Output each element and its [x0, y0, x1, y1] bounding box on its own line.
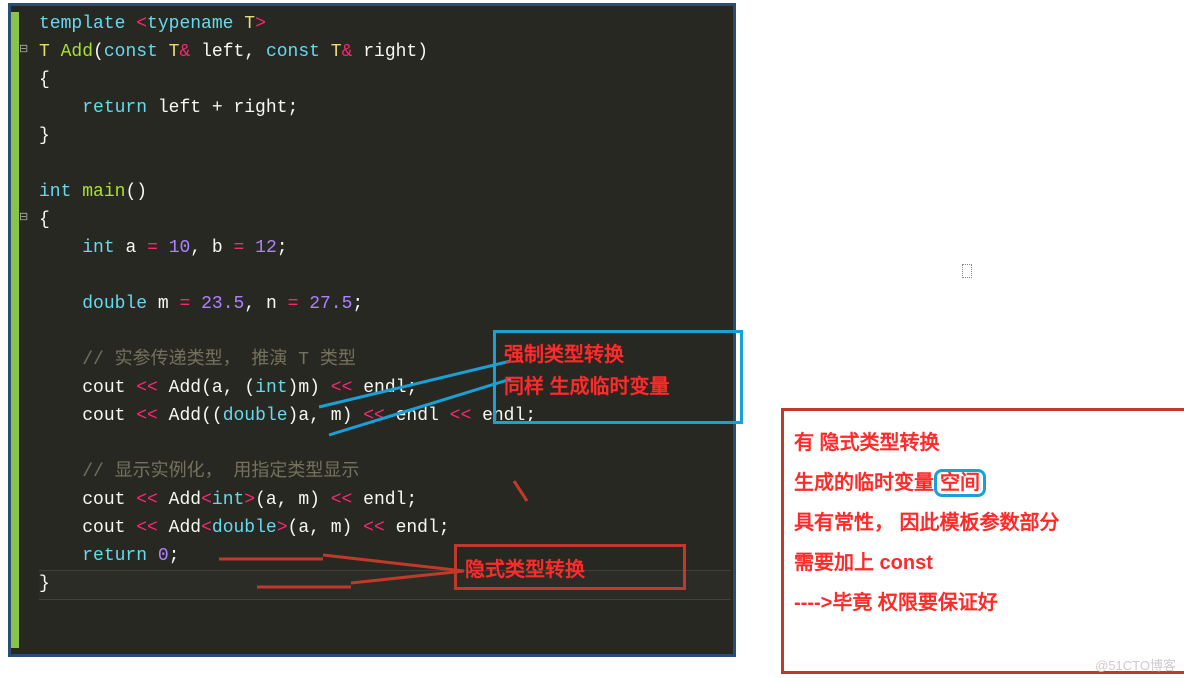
code-line: { — [11, 206, 733, 234]
annotation-text: 有 隐式类型转换 — [794, 423, 1180, 463]
text-cursor-icon — [962, 264, 972, 278]
code-line: // 显示实例化， 用指定类型显示 — [11, 458, 733, 486]
annotation-text: 具有常性， 因此模板参数部分 — [794, 503, 1180, 543]
code-line: return left + right; — [11, 94, 733, 122]
code-line — [11, 150, 733, 178]
code-line: cout << Add<int>(a, m) << endl; — [11, 486, 733, 514]
code-line — [11, 430, 733, 458]
annotation-text: 需要加上 const — [794, 543, 1180, 583]
change-gutter — [11, 12, 19, 648]
code-line — [11, 262, 733, 290]
code-line: int main() — [11, 178, 733, 206]
code-line: cout << Add<double>(a, m) << endl; — [11, 514, 733, 542]
annotation-text: 隐式类型转换 — [465, 553, 585, 582]
annotation-text: 同样 生成临时变量 — [504, 371, 732, 403]
code-line: int a = 10, b = 12; — [11, 234, 733, 262]
fold-icon[interactable]: ⊟ — [19, 36, 31, 48]
annotation-text: 生成的临时变量空间 — [794, 463, 1180, 503]
code-line: } — [11, 122, 733, 150]
code-line: double m = 23.5, n = 27.5; — [11, 290, 733, 318]
annotation-box-cast: 强制类型转换 同样 生成临时变量 — [493, 330, 743, 424]
code-line: { — [11, 66, 733, 94]
code-line: template <typename T> — [11, 10, 733, 38]
code-line: T Add(const T& left, const T& right) — [11, 38, 733, 66]
annotation-text: ---->毕竟 权限要保证好 — [794, 583, 1180, 623]
fold-icon[interactable]: ⊟ — [19, 204, 31, 216]
annotation-text: 强制类型转换 — [504, 339, 732, 371]
annotation-box-implicit: 隐式类型转换 — [454, 544, 686, 590]
watermark: @51CTO博客 — [1095, 655, 1176, 674]
annotation-box-explain: 有 隐式类型转换 生成的临时变量空间 具有常性， 因此模板参数部分 需要加上 c… — [781, 408, 1184, 674]
